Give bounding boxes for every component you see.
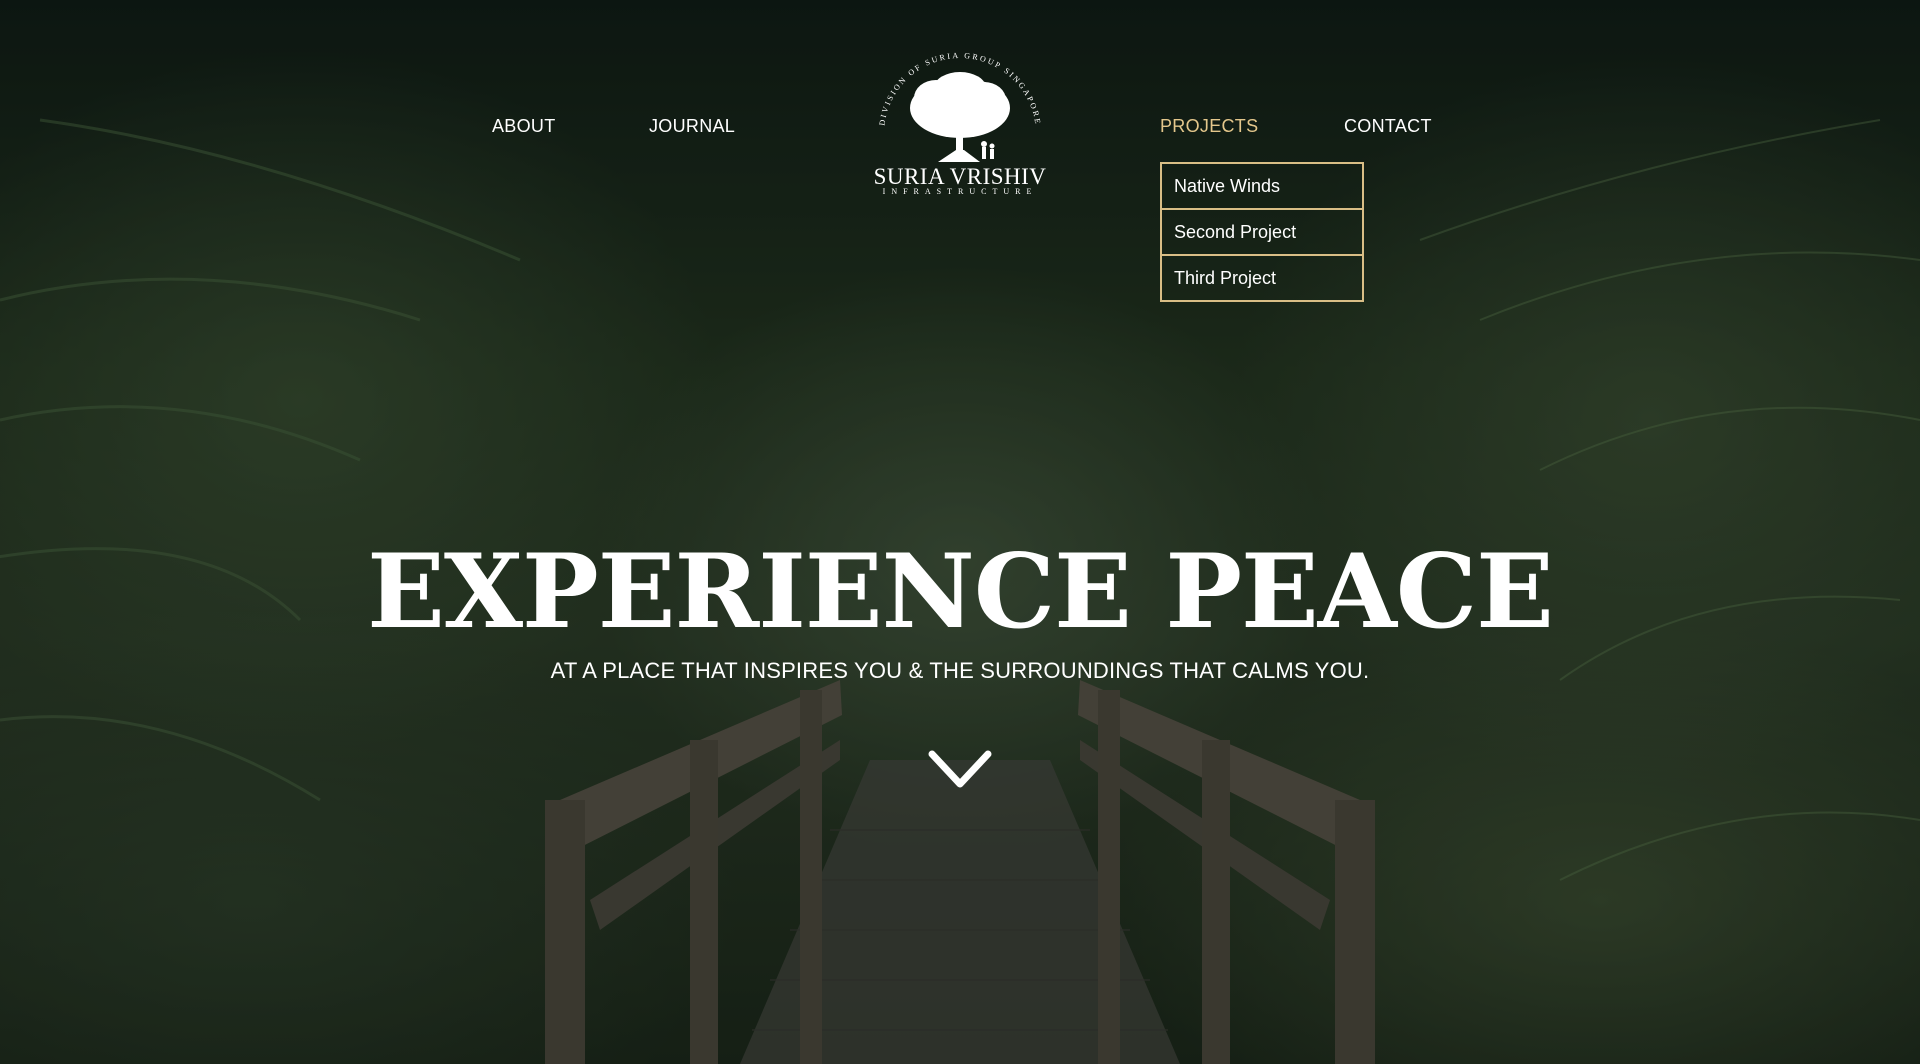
nav-about[interactable]: ABOUT	[492, 116, 556, 137]
hero-tagline: AT A PLACE THAT INSPIRES YOU & THE SURRO…	[550, 658, 1370, 683]
nav-journal[interactable]: JOURNAL	[649, 116, 735, 137]
tree-icon	[910, 72, 1010, 162]
logo-emblem: DIVISION OF SURIA GROUP SINGAPORE	[877, 51, 1040, 162]
logo-subtitle: INFRASTRUCTURE	[882, 187, 1038, 196]
hero-headline: EXPERIENCE PEACE	[367, 532, 1554, 652]
nav-projects[interactable]: PROJECTS	[1160, 116, 1258, 137]
chevron-down-icon[interactable]	[928, 748, 992, 792]
dropdown-item-third-project[interactable]: Third Project	[1162, 256, 1362, 300]
logo[interactable]: DIVISION OF SURIA GROUP SINGAPORE SURIA …	[868, 50, 1052, 200]
children-icon	[981, 141, 995, 159]
nav-contact[interactable]: CONTACT	[1344, 116, 1432, 137]
dropdown-item-second-project[interactable]: Second Project	[1162, 210, 1362, 256]
dropdown-item-native-winds[interactable]: Native Winds	[1162, 164, 1362, 210]
projects-dropdown: Native Winds Second Project Third Projec…	[1160, 162, 1364, 302]
